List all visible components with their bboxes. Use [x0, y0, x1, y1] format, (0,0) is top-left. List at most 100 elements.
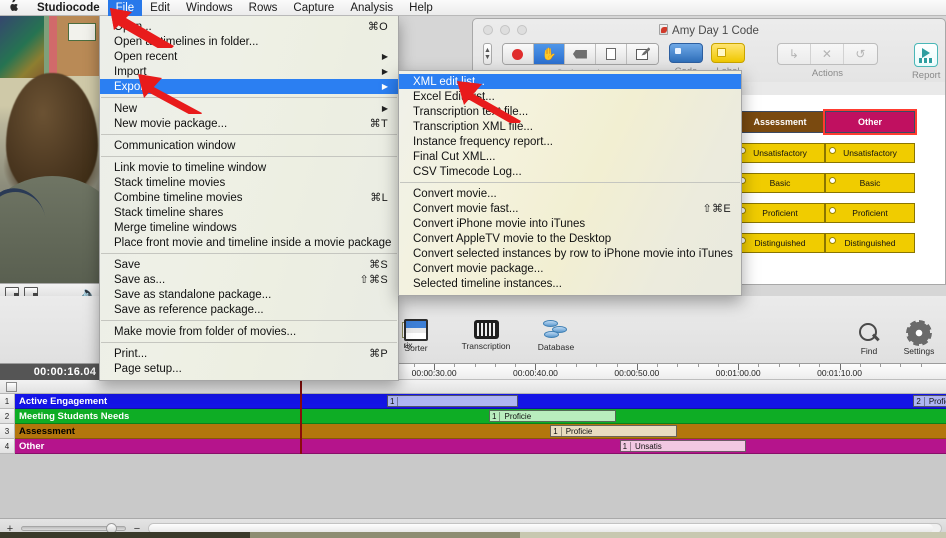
menu-item-convert-selected-instances-by-row-to-iphone-movie-into-itunes[interactable]: Convert selected instances by row to iPh…	[399, 246, 741, 261]
timeline-instance[interactable]: 1 Unsatis	[619, 440, 747, 452]
page-mode-button[interactable]	[595, 44, 627, 64]
row-stepper[interactable]: ▲ ▼	[483, 43, 492, 65]
code-button-unsatisfactory[interactable]: Unsatisfactory	[735, 143, 825, 163]
menubar-item-rows[interactable]: Rows	[241, 0, 286, 16]
menu-item-make-movie-from-folder-of-movies[interactable]: Make movie from folder of movies...	[100, 324, 398, 339]
stc-tool-label: Find	[860, 346, 878, 356]
report-icon[interactable]	[914, 43, 939, 67]
tag-mode-button[interactable]	[564, 44, 596, 64]
timeline-instance[interactable]: 1 Proficie	[550, 425, 677, 437]
menubar-item-studiocode[interactable]: Studiocode	[29, 0, 108, 16]
menu-item-link-movie-to-timeline-window[interactable]: Link movie to timeline window	[100, 160, 398, 175]
undo-action-button[interactable]: ↺	[844, 44, 877, 64]
menu-item-convert-movie-fast[interactable]: Convert movie fast... ⇧⌘E	[399, 201, 741, 216]
menubar-item-capture[interactable]: Capture	[285, 0, 342, 16]
menu-item-save-as-standalone-package[interactable]: Save as standalone package...	[100, 287, 398, 302]
code-column-header-other[interactable]: Other	[823, 109, 917, 135]
menu-item-print[interactable]: Print... ⌘P	[100, 346, 398, 361]
menu-item-new[interactable]: New ▶	[100, 101, 398, 116]
menu-item-transcription-xml-file[interactable]: Transcription XML file...	[399, 119, 741, 134]
stc-tool-settings[interactable]: Settings	[902, 322, 936, 356]
timeline-row-label[interactable]: Active Engagement	[15, 394, 130, 409]
menubar-item-analysis[interactable]: Analysis	[342, 0, 401, 16]
timeline-row[interactable]: 3Assessment1Proficie2	[0, 424, 946, 439]
minimize-icon[interactable]	[500, 25, 510, 35]
menu-item-stack-timeline-shares[interactable]: Stack timeline shares	[100, 205, 398, 220]
code-button-proficient[interactable]: Proficient	[825, 203, 915, 223]
timeline-row[interactable]: 1 Active Engagement1 2Profici	[0, 394, 946, 409]
code-button[interactable]	[668, 43, 703, 63]
stc-tool-find[interactable]: Find	[852, 322, 886, 356]
menubar-item-help[interactable]: Help	[401, 0, 441, 16]
menu-item-export[interactable]: Export ▶	[100, 79, 398, 94]
edit-mode-button[interactable]	[626, 44, 658, 64]
menu-item-xml-edit-list[interactable]: XML edit list...	[399, 74, 741, 89]
delete-action-button[interactable]: ✕	[811, 44, 844, 64]
code-button-proficient[interactable]: Proficient	[735, 203, 825, 223]
menu-item-import[interactable]: Import ▶	[100, 64, 398, 79]
timeline-track[interactable]: 1 Unsatis	[130, 439, 946, 454]
code-button-unsatisfactory[interactable]: Unsatisfactory	[825, 143, 915, 163]
menubar-item-edit[interactable]: Edit	[142, 0, 178, 16]
menu-item-save-as-reference-package[interactable]: Save as reference package...	[100, 302, 398, 317]
menu-item-communication-window[interactable]: Communication window	[100, 138, 398, 153]
label-button[interactable]	[710, 43, 745, 63]
menu-item-excel-edit-list[interactable]: Excel Edit List...	[399, 89, 741, 104]
timeline-instance[interactable]: 2Profici	[913, 395, 946, 407]
menu-item-convert-appletv-movie-to-the-desktop[interactable]: Convert AppleTV movie to the Desktop	[399, 231, 741, 246]
export-submenu[interactable]: XML edit list... Excel Edit List... Transc…	[398, 70, 742, 296]
timeline-row-label[interactable]: Meeting Students Needs	[15, 409, 130, 424]
code-mode-segmented-control[interactable]: ✋	[501, 43, 659, 65]
apple-logo-icon[interactable]	[0, 0, 29, 16]
menu-item-final-cut-xml[interactable]: Final Cut XML...	[399, 149, 741, 164]
menu-item-instance-frequency-report[interactable]: Instance frequency report...	[399, 134, 741, 149]
timeline-row-label[interactable]: Assessment	[15, 424, 130, 439]
code-window-controls[interactable]	[483, 25, 527, 35]
timeline-instance[interactable]: 1	[387, 395, 518, 407]
code-button-distinguished[interactable]: Distinguished	[735, 233, 825, 253]
code-column-assessment: Assessment Unsatisfactory Basic Proficient D…	[735, 111, 825, 253]
menu-item-place-front-movie-and-timeline-inside-a-movie-package[interactable]: Place front movie and timeline inside a …	[100, 235, 398, 250]
menu-item-open[interactable]: Open... ⌘O	[100, 19, 398, 34]
menu-item-label: Final Cut XML...	[413, 150, 496, 163]
menu-item-save[interactable]: Save ⌘S	[100, 257, 398, 272]
code-button-basic[interactable]: Basic	[735, 173, 825, 193]
menubar-item-windows[interactable]: Windows	[178, 0, 241, 16]
menu-item-new-movie-package[interactable]: New movie package... ⌘T	[100, 116, 398, 131]
menu-item-convert-movie-package[interactable]: Convert movie package...	[399, 261, 741, 276]
zoom-icon[interactable]	[517, 25, 527, 35]
record-mode-button[interactable]	[502, 44, 534, 64]
menubar-item-file[interactable]: File	[107, 0, 143, 16]
code-button-distinguished[interactable]: Distinguished	[825, 233, 915, 253]
menu-item-convert-movie[interactable]: Convert movie...	[399, 186, 741, 201]
stc-tool-database[interactable]: Database	[530, 319, 582, 352]
menu-item-convert-iphone-movie-into-itunes[interactable]: Convert iPhone movie into iTunes	[399, 216, 741, 231]
code-button-basic[interactable]: Basic	[825, 173, 915, 193]
code-column-header-assessment[interactable]: Assessment	[735, 111, 825, 133]
stc-tool-transcription[interactable]: Transcription	[460, 319, 512, 351]
timeline-row[interactable]: 4 Other 1 Unsatis	[0, 439, 946, 454]
menu-item-csv-timecode-log[interactable]: CSV Timecode Log...	[399, 164, 741, 179]
timeline-instance[interactable]: 1 Proficie	[489, 410, 616, 422]
actions-group[interactable]: ↳ ✕ ↺	[776, 43, 878, 65]
menu-item-stack-timeline-movies[interactable]: Stack timeline movies	[100, 175, 398, 190]
menu-item-page-setup[interactable]: Page setup...	[100, 361, 398, 376]
file-menu[interactable]: Open... ⌘O Open all timelines in folder...…	[99, 16, 399, 381]
timeline-row-label[interactable]: Other	[15, 439, 130, 454]
menu-item-open-recent[interactable]: Open recent ▶	[100, 49, 398, 64]
timeline-row[interactable]: 2Meeting Students Needs1Proficie2	[0, 409, 946, 424]
menu-item-transcription-text-file[interactable]: Transcription text file...	[399, 104, 741, 119]
menu-item-merge-timeline-windows[interactable]: Merge timeline windows	[100, 220, 398, 235]
indent-action-button[interactable]: ↳	[778, 44, 811, 64]
timeline-track[interactable]: 1Proficie2	[130, 424, 946, 439]
timeline-track[interactable]: 1 2Profici	[130, 394, 946, 409]
zoom-slider[interactable]	[21, 523, 126, 534]
menu-item-selected-timeline-instances[interactable]: Selected timeline instances...	[399, 276, 741, 291]
timeline-track[interactable]: 1Proficie2	[130, 409, 946, 424]
close-icon[interactable]	[483, 25, 493, 35]
select-all-rows-button[interactable]	[6, 382, 17, 392]
menu-item-save-as[interactable]: Save as... ⇧⌘S	[100, 272, 398, 287]
menu-item-open-all-timelines-in-folder[interactable]: Open all timelines in folder...	[100, 34, 398, 49]
menu-item-combine-timeline-movies[interactable]: Combine timeline movies ⌘L	[100, 190, 398, 205]
pointer-mode-button[interactable]: ✋	[533, 44, 565, 64]
